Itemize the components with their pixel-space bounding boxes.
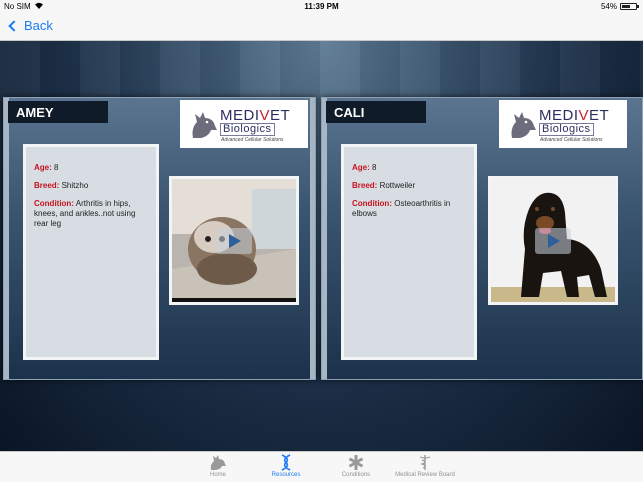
back-button-label: Back [24, 18, 53, 33]
card-edge [4, 98, 9, 379]
logo-wordmark: MEDIVET [220, 107, 291, 124]
patient-info-panel: Age: 8 Breed: Rottweiler Condition: Oste… [341, 144, 477, 360]
dog-icon [210, 455, 226, 470]
age-value: 8 [54, 163, 59, 172]
breed-value: Shitzho [61, 181, 89, 190]
video-thumbnail[interactable] [169, 176, 299, 305]
age-row: Age: 8 [34, 163, 59, 172]
dog-logo-icon [511, 112, 536, 138]
age-value: 8 [372, 163, 377, 172]
logo-tagline: Advanced Cellular Solutions [540, 137, 603, 143]
status-bar: No SIM 11:39 PM 54% [0, 0, 643, 13]
patient-name: AMEY [8, 101, 108, 123]
card-edge [310, 98, 315, 379]
back-button[interactable]: Back [6, 18, 53, 33]
medivet-logo: MEDIVET Biologics Advanced Cellular Solu… [499, 100, 627, 148]
tab-medical-review-board[interactable]: Medical Review Board [394, 454, 456, 478]
logo-biologics: Biologics [220, 123, 275, 136]
medical-star-icon [348, 455, 364, 470]
tab-resources[interactable]: Resources [256, 454, 316, 478]
condition-row: Condition: Osteoarthritis in elbows [352, 199, 451, 218]
card-edge [322, 98, 327, 379]
play-button[interactable] [216, 227, 252, 254]
medivet-logo: MEDIVET Biologics Advanced Cellular Solu… [180, 100, 308, 148]
logo-tagline: Advanced Cellular Solutions [221, 137, 284, 143]
video-progress-bar [172, 298, 296, 302]
patient-card-amey[interactable]: AMEY MEDIVET Biologics Advanced Cellular… [3, 97, 316, 380]
dna-icon [281, 454, 291, 471]
logo-wordmark: MEDIVET [539, 107, 610, 124]
condition-row: Condition: Arthritis in hips, knees, and… [34, 199, 136, 228]
caduceus-icon [419, 455, 431, 470]
patient-info-panel: Age: 8 Breed: Shitzho Condition: Arthrit… [23, 144, 159, 360]
breed-row: Breed: Rottweiler [352, 181, 416, 190]
navigation-bar: Back [0, 13, 643, 41]
battery-icon [620, 3, 639, 10]
logo-biologics: Biologics [539, 123, 594, 136]
chevron-left-icon [8, 19, 20, 32]
video-thumbnail[interactable] [488, 176, 618, 305]
dog-logo-icon [192, 112, 217, 138]
tab-bar: Home Resources Conditions Medical Review… [0, 451, 643, 482]
tab-conditions[interactable]: Conditions [326, 454, 386, 478]
age-row: Age: 8 [352, 163, 377, 172]
breed-value: Rottweiler [379, 181, 416, 190]
breed-row: Breed: Shitzho [34, 181, 89, 190]
battery-percentage: 54% [600, 2, 617, 11]
tab-home[interactable]: Home [188, 454, 248, 478]
patient-name: CALI [326, 101, 426, 123]
patient-card-cali[interactable]: CALI MEDIVET Biologics Advanced Cellular… [321, 97, 643, 380]
status-time: 11:39 PM [304, 2, 339, 11]
play-button[interactable] [535, 227, 571, 254]
